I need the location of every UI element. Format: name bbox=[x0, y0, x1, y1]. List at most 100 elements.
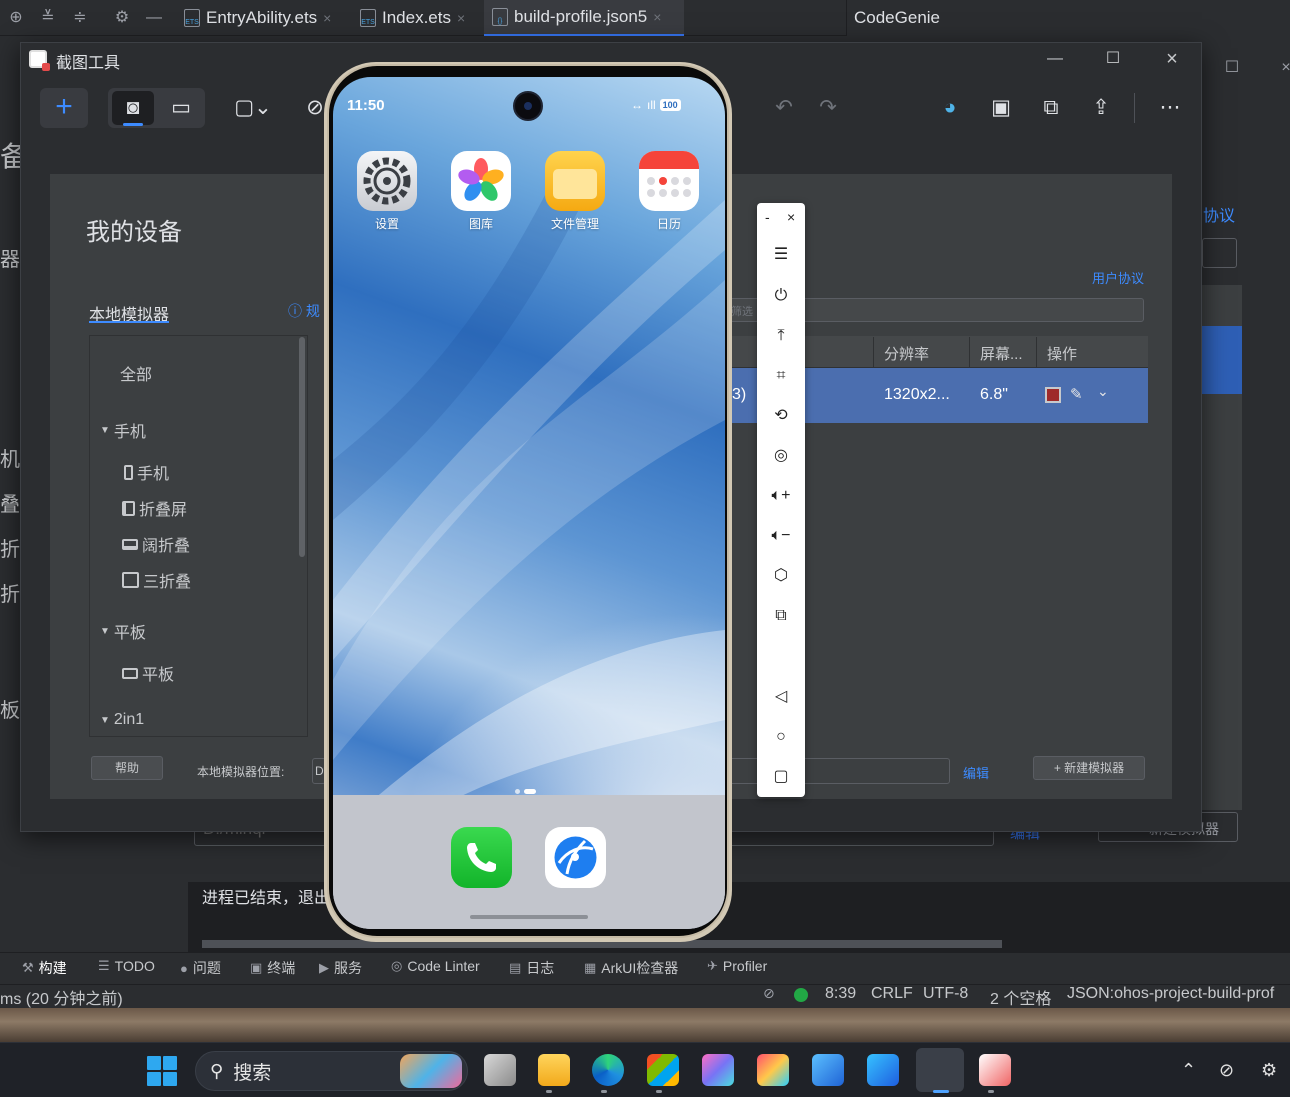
expand-arrow-icon[interactable]: ▼ bbox=[100, 425, 110, 436]
task-view-icon[interactable] bbox=[484, 1054, 516, 1086]
edit-link[interactable]: 编辑 bbox=[963, 763, 989, 782]
home-icon[interactable]: ○ bbox=[769, 725, 793, 749]
minimize-icon[interactable]: — bbox=[1040, 48, 1070, 70]
tree-item-tablet[interactable]: 平板 bbox=[122, 661, 174, 685]
fold-icon[interactable]: ⧉ bbox=[769, 604, 793, 628]
tree-item-phone[interactable]: 手机 bbox=[124, 460, 169, 484]
user-agreement-link[interactable]: 用户协议 bbox=[1092, 268, 1144, 287]
tool-terminal[interactable]: ▣ 终端 bbox=[250, 958, 295, 978]
save-icon[interactable]: ▣ bbox=[988, 95, 1014, 121]
file-encoding[interactable]: UTF-8 bbox=[923, 985, 968, 1003]
deveco-icon[interactable] bbox=[916, 1048, 964, 1092]
bg-agreement-link[interactable]: 协议 bbox=[1203, 202, 1235, 226]
expand-arrow-icon[interactable]: ▼ bbox=[100, 715, 110, 726]
chevron-up-icon[interactable]: ⌃ bbox=[1181, 1060, 1196, 1081]
app-calendar[interactable]: 日历 bbox=[638, 151, 700, 232]
app-settings[interactable]: 设置 bbox=[356, 151, 418, 232]
column-header-screen[interactable]: 屏幕... bbox=[980, 343, 1023, 364]
chevron-down-icon[interactable]: ⌄ bbox=[1097, 383, 1109, 400]
app-icon-4[interactable] bbox=[867, 1054, 899, 1086]
file-explorer-icon[interactable] bbox=[538, 1054, 570, 1086]
app-icon-2[interactable] bbox=[757, 1054, 789, 1086]
recents-icon[interactable]: ▢ bbox=[769, 765, 793, 789]
tool-problems[interactable]: ● 问题 bbox=[180, 958, 221, 978]
tool-services[interactable]: ▶ 服务 bbox=[319, 958, 362, 978]
app-icon-3[interactable] bbox=[812, 1054, 844, 1086]
tree-item-foldable[interactable]: 折叠屏 bbox=[122, 496, 187, 520]
close-icon[interactable]: × bbox=[787, 209, 795, 225]
tree-item-all[interactable]: 全部 bbox=[120, 361, 152, 385]
browser-icon[interactable] bbox=[545, 827, 606, 888]
app-files[interactable]: 文件管理 bbox=[544, 151, 606, 232]
tree-group-2in1[interactable]: ▼ 2in1 bbox=[100, 711, 144, 729]
crop-icon[interactable]: ⌗ bbox=[769, 364, 793, 388]
menu-icon[interactable]: ☰ bbox=[769, 243, 793, 267]
redo-icon[interactable]: ↷ bbox=[815, 95, 841, 121]
expand-arrow-icon[interactable]: ▼ bbox=[100, 626, 110, 637]
edge-icon[interactable] bbox=[592, 1054, 624, 1086]
stop-icon[interactable] bbox=[1045, 387, 1061, 403]
edit-pencil-icon[interactable]: ✎ bbox=[1070, 385, 1083, 403]
network-icon[interactable]: ⊘ bbox=[1219, 1060, 1234, 1081]
tool-build[interactable]: ⚒ 构建 bbox=[22, 958, 67, 978]
close-icon[interactable]: × bbox=[1276, 58, 1290, 78]
maximize-icon[interactable]: ☐ bbox=[1222, 58, 1242, 78]
video-icon[interactable]: ▭ bbox=[168, 95, 194, 121]
close-icon[interactable]: × bbox=[653, 9, 661, 25]
status-message[interactable]: ms (20 分钟之前) bbox=[0, 985, 123, 1009]
new-emulator-button[interactable]: + 新建模拟器 bbox=[1033, 756, 1145, 780]
quick-settings-icon[interactable]: ⚙ bbox=[1261, 1060, 1277, 1081]
tree-item-wide-fold[interactable]: 阔折叠 bbox=[122, 532, 190, 556]
help-link[interactable]: ⓘ 规 bbox=[288, 301, 320, 321]
status-indicator-icon[interactable] bbox=[794, 988, 808, 1002]
tool-arkui-inspector[interactable]: ▦ ArkUI检查器 bbox=[584, 958, 678, 978]
json-schema[interactable]: JSON:ohos-project-build-prof bbox=[1067, 985, 1274, 1003]
collapse-icon[interactable]: ≚ bbox=[38, 8, 58, 28]
back-icon[interactable]: ◁ bbox=[769, 685, 793, 709]
close-icon[interactable]: × bbox=[323, 10, 331, 26]
app-icon-1[interactable] bbox=[702, 1054, 734, 1086]
tree-group-phone[interactable]: ▼ 手机 bbox=[100, 418, 146, 442]
screen-record-icon[interactable]: ◎ bbox=[769, 444, 793, 468]
share-icon[interactable]: ⇪ bbox=[1088, 95, 1114, 121]
power-icon[interactable]: ⏻ bbox=[769, 284, 793, 308]
add-icon[interactable]: ⊕ bbox=[6, 8, 26, 28]
volume-down-icon[interactable]: 🔈︎− bbox=[769, 524, 793, 548]
tool-profiler[interactable]: ✈ Profiler bbox=[707, 958, 767, 974]
snipping-tool-icon[interactable] bbox=[979, 1054, 1011, 1086]
new-snip-button[interactable]: + bbox=[40, 88, 88, 128]
tool-code-linter[interactable]: ◎ Code Linter bbox=[391, 958, 480, 974]
close-icon[interactable]: × bbox=[1157, 48, 1187, 70]
tool-log[interactable]: ▤ 日志 bbox=[509, 958, 554, 978]
windows-start-icon[interactable] bbox=[147, 1056, 177, 1086]
app-gallery[interactable]: 图库 bbox=[450, 151, 512, 232]
tab-index[interactable]: ETS Index.ets × bbox=[352, 0, 473, 36]
phone-icon[interactable] bbox=[451, 827, 512, 888]
minimize-icon[interactable]: - bbox=[765, 209, 770, 225]
close-icon[interactable]: × bbox=[457, 10, 465, 26]
pin-top-icon[interactable]: ⤒ bbox=[769, 324, 793, 348]
paint-icon[interactable]: ◕ bbox=[937, 95, 963, 121]
help-button[interactable]: 帮助 bbox=[91, 756, 163, 780]
tab-build-profile[interactable]: {} build-profile.json5 × bbox=[484, 0, 684, 36]
rotate-icon[interactable]: ⟲ bbox=[769, 404, 793, 428]
caret-position[interactable]: 8:39 bbox=[825, 985, 856, 1003]
expand-icon[interactable]: ≑ bbox=[70, 8, 90, 28]
indent-setting[interactable]: 2 个空格 bbox=[990, 985, 1051, 1009]
minimize-icon[interactable]: — bbox=[144, 8, 164, 28]
tab-entryability[interactable]: ETS EntryAbility.ets × bbox=[176, 0, 339, 36]
store-icon[interactable] bbox=[647, 1054, 679, 1086]
tree-scrollbar[interactable] bbox=[299, 337, 305, 557]
gear-icon[interactable]: ⚙ bbox=[112, 8, 132, 28]
volume-up-icon[interactable]: 🔈︎+ bbox=[769, 484, 793, 508]
tree-group-tablet[interactable]: ▼ 平板 bbox=[100, 619, 146, 643]
shake-icon[interactable]: ⬡ bbox=[769, 564, 793, 588]
tool-todo[interactable]: ☰ TODO bbox=[98, 958, 155, 974]
home-indicator[interactable] bbox=[470, 915, 588, 919]
copy-icon[interactable]: ⧉ bbox=[1038, 95, 1064, 121]
readonly-icon[interactable]: ⊘ bbox=[763, 985, 775, 1002]
undo-icon[interactable]: ↶ bbox=[771, 95, 797, 121]
column-header-resolution[interactable]: 分辨率 bbox=[884, 343, 929, 364]
more-icon[interactable]: ⋯ bbox=[1157, 95, 1183, 121]
maximize-icon[interactable]: ☐ bbox=[1098, 48, 1128, 70]
